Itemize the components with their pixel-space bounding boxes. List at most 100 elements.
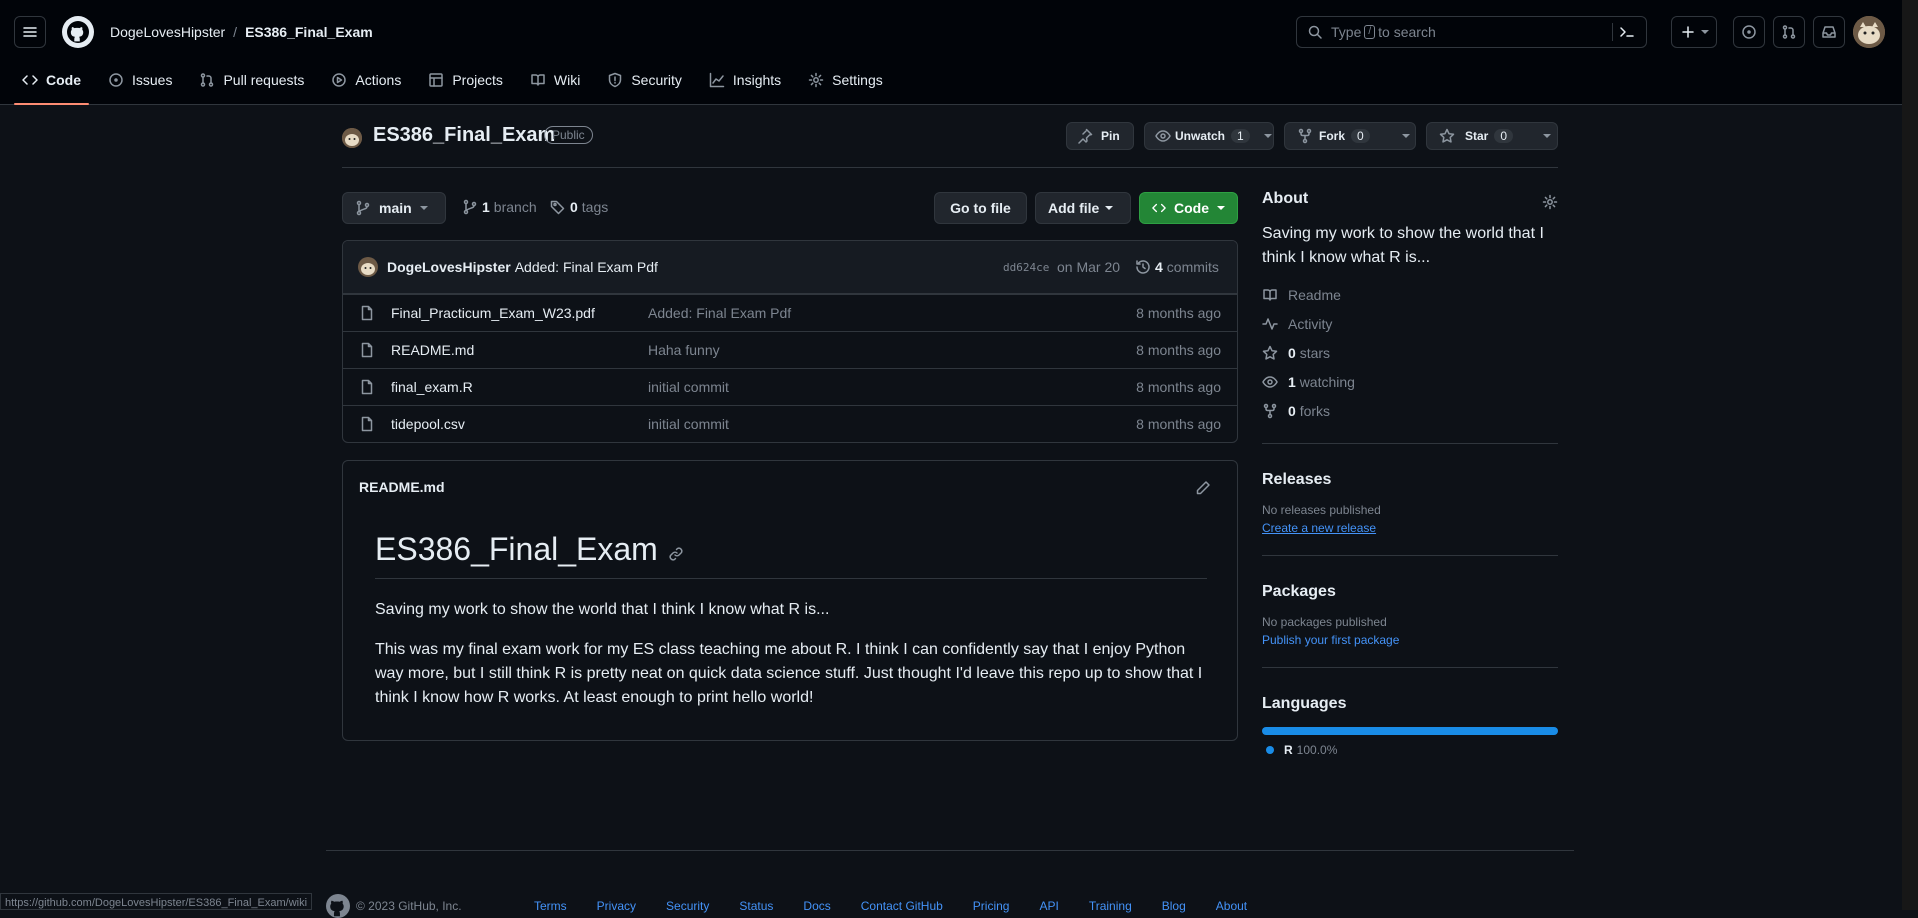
search-input[interactable]: Type / to search	[1296, 16, 1647, 48]
tab-label: Settings	[832, 72, 883, 88]
language-percent: 100.0%	[1296, 743, 1338, 757]
pin-button[interactable]: Pin	[1066, 122, 1134, 150]
file-name[interactable]: README.md	[391, 342, 474, 358]
commit-message[interactable]: Added: Final Exam Pdf	[515, 259, 658, 275]
repo-link[interactable]: ES386_Final_Exam	[245, 24, 373, 40]
watchers-link[interactable]: 1 watching	[1262, 367, 1558, 396]
star-button[interactable]: Star 0	[1426, 122, 1558, 150]
commit-author[interactable]: DogeLovesHipster	[387, 259, 511, 275]
gear-icon[interactable]	[1542, 194, 1558, 210]
branches-link[interactable]: 1 branch	[462, 199, 537, 215]
command-palette-button[interactable]	[1612, 23, 1634, 41]
star-icon	[1262, 345, 1278, 360]
search-icon	[1308, 25, 1322, 39]
readme-filename[interactable]: README.md	[359, 479, 445, 495]
footer-link-training[interactable]: Training	[1089, 899, 1132, 913]
breadcrumb-separator: /	[233, 24, 238, 40]
footer-link-security[interactable]: Security	[666, 899, 709, 913]
inbox-button[interactable]	[1813, 16, 1845, 48]
languages-title: Languages	[1262, 695, 1347, 712]
unwatch-button[interactable]: Unwatch 1	[1144, 122, 1274, 150]
scrollbar[interactable]	[1902, 0, 1918, 910]
stars-count: 0	[1288, 344, 1296, 361]
fork-count: 0	[1351, 129, 1370, 143]
create-release-link[interactable]: Create a new release	[1262, 521, 1376, 535]
file-row[interactable]: final_exam.R initial commit 8 months ago	[343, 368, 1237, 405]
file-commit-message[interactable]: initial commit	[648, 379, 729, 395]
releases-title[interactable]: Releases	[1262, 471, 1331, 488]
footer-link-status[interactable]: Status	[739, 899, 773, 913]
file-name[interactable]: Final_Practicum_Exam_W23.pdf	[391, 305, 595, 321]
chevron-down-icon	[1263, 134, 1272, 138]
owner-link[interactable]: DogeLovesHipster	[110, 24, 225, 40]
footer-link-contact[interactable]: Contact GitHub	[861, 899, 943, 913]
chevron-down-icon	[1217, 206, 1225, 210]
shield-icon	[609, 72, 622, 88]
tags-link[interactable]: 0 tags	[550, 199, 608, 215]
tab-security[interactable]: Security	[599, 66, 690, 105]
tab-pull-requests[interactable]: Pull requests	[191, 66, 312, 105]
pull-requests-button[interactable]	[1773, 16, 1805, 48]
commits-link[interactable]: 4 commits	[1135, 259, 1219, 275]
footer-link-docs[interactable]: Docs	[803, 899, 830, 913]
github-logo-icon[interactable]	[62, 16, 94, 48]
pencil-icon[interactable]	[1195, 480, 1211, 496]
tab-code[interactable]: Code	[14, 66, 89, 105]
tab-label: Code	[46, 72, 81, 88]
repo-nav: Code Issues Pull requests Actions Projec…	[14, 66, 902, 105]
create-new-button[interactable]	[1671, 16, 1717, 48]
code-icon	[22, 75, 38, 85]
footer-link-about[interactable]: About	[1216, 899, 1247, 913]
code-button[interactable]: Code	[1139, 192, 1238, 224]
file-commit-message[interactable]: initial commit	[648, 416, 729, 432]
book-icon	[531, 74, 545, 86]
breadcrumb: DogeLovesHipster / ES386_Final_Exam	[110, 24, 373, 40]
activity-link[interactable]: Activity	[1262, 309, 1558, 338]
stars-link[interactable]: 0 stars	[1262, 338, 1558, 367]
tab-wiki[interactable]: Wiki	[522, 66, 588, 105]
tab-issues[interactable]: Issues	[100, 66, 180, 105]
footer-link-pricing[interactable]: Pricing	[973, 899, 1010, 913]
file-name[interactable]: final_exam.R	[391, 379, 473, 395]
footer-link-privacy[interactable]: Privacy	[597, 899, 636, 913]
file-commit-message[interactable]: Added: Final Exam Pdf	[648, 305, 791, 321]
repo-title[interactable]: ES386_Final_Exam	[373, 124, 555, 147]
pin-label: Pin	[1101, 129, 1120, 143]
menu-button[interactable]	[14, 16, 46, 48]
file-commit-message[interactable]: Haha funny	[648, 342, 720, 358]
readme-link[interactable]: Readme	[1262, 280, 1558, 309]
user-avatar[interactable]	[1853, 16, 1885, 48]
search-shortcut-key: /	[1364, 25, 1376, 39]
readme-paragraph: This was my final exam work for my ES cl…	[375, 641, 1203, 706]
issues-button[interactable]	[1733, 16, 1765, 48]
footer-link-terms[interactable]: Terms	[534, 899, 567, 913]
commit-author-avatar[interactable]	[358, 257, 378, 277]
forks-link[interactable]: 0 forks	[1262, 396, 1558, 425]
link-icon[interactable]	[668, 546, 684, 562]
add-file-button[interactable]: Add file	[1035, 192, 1131, 224]
tab-projects[interactable]: Projects	[420, 66, 511, 105]
footer-link-blog[interactable]: Blog	[1162, 899, 1186, 913]
owner-avatar[interactable]	[342, 128, 362, 148]
fork-button[interactable]: Fork 0	[1284, 122, 1416, 150]
fork-icon	[1263, 403, 1277, 418]
go-to-file-button[interactable]: Go to file	[934, 192, 1027, 224]
tab-insights[interactable]: Insights	[701, 66, 789, 105]
footer-link-api[interactable]: API	[1039, 899, 1058, 913]
file-name[interactable]: tidepool.csv	[391, 416, 465, 432]
packages-title[interactable]: Packages	[1262, 583, 1336, 600]
language-item[interactable]: R 100.0%	[1266, 743, 1558, 757]
hamburger-icon	[23, 27, 37, 37]
fork-icon	[1298, 128, 1312, 144]
file-row[interactable]: Final_Practicum_Exam_W23.pdf Added: Fina…	[343, 294, 1237, 331]
tab-actions[interactable]: Actions	[323, 66, 409, 105]
commit-sha[interactable]: dd624ce	[1003, 261, 1049, 274]
tab-settings[interactable]: Settings	[800, 66, 891, 105]
github-mark-icon[interactable]	[326, 894, 350, 918]
file-age: 8 months ago	[1136, 305, 1221, 321]
file-row[interactable]: README.md Haha funny 8 months ago	[343, 331, 1237, 368]
publish-package-link[interactable]: Publish your first package	[1262, 633, 1399, 647]
branch-select[interactable]: main	[342, 192, 446, 224]
tab-label: Projects	[452, 72, 503, 88]
file-row[interactable]: tidepool.csv initial commit 8 months ago	[343, 405, 1237, 442]
